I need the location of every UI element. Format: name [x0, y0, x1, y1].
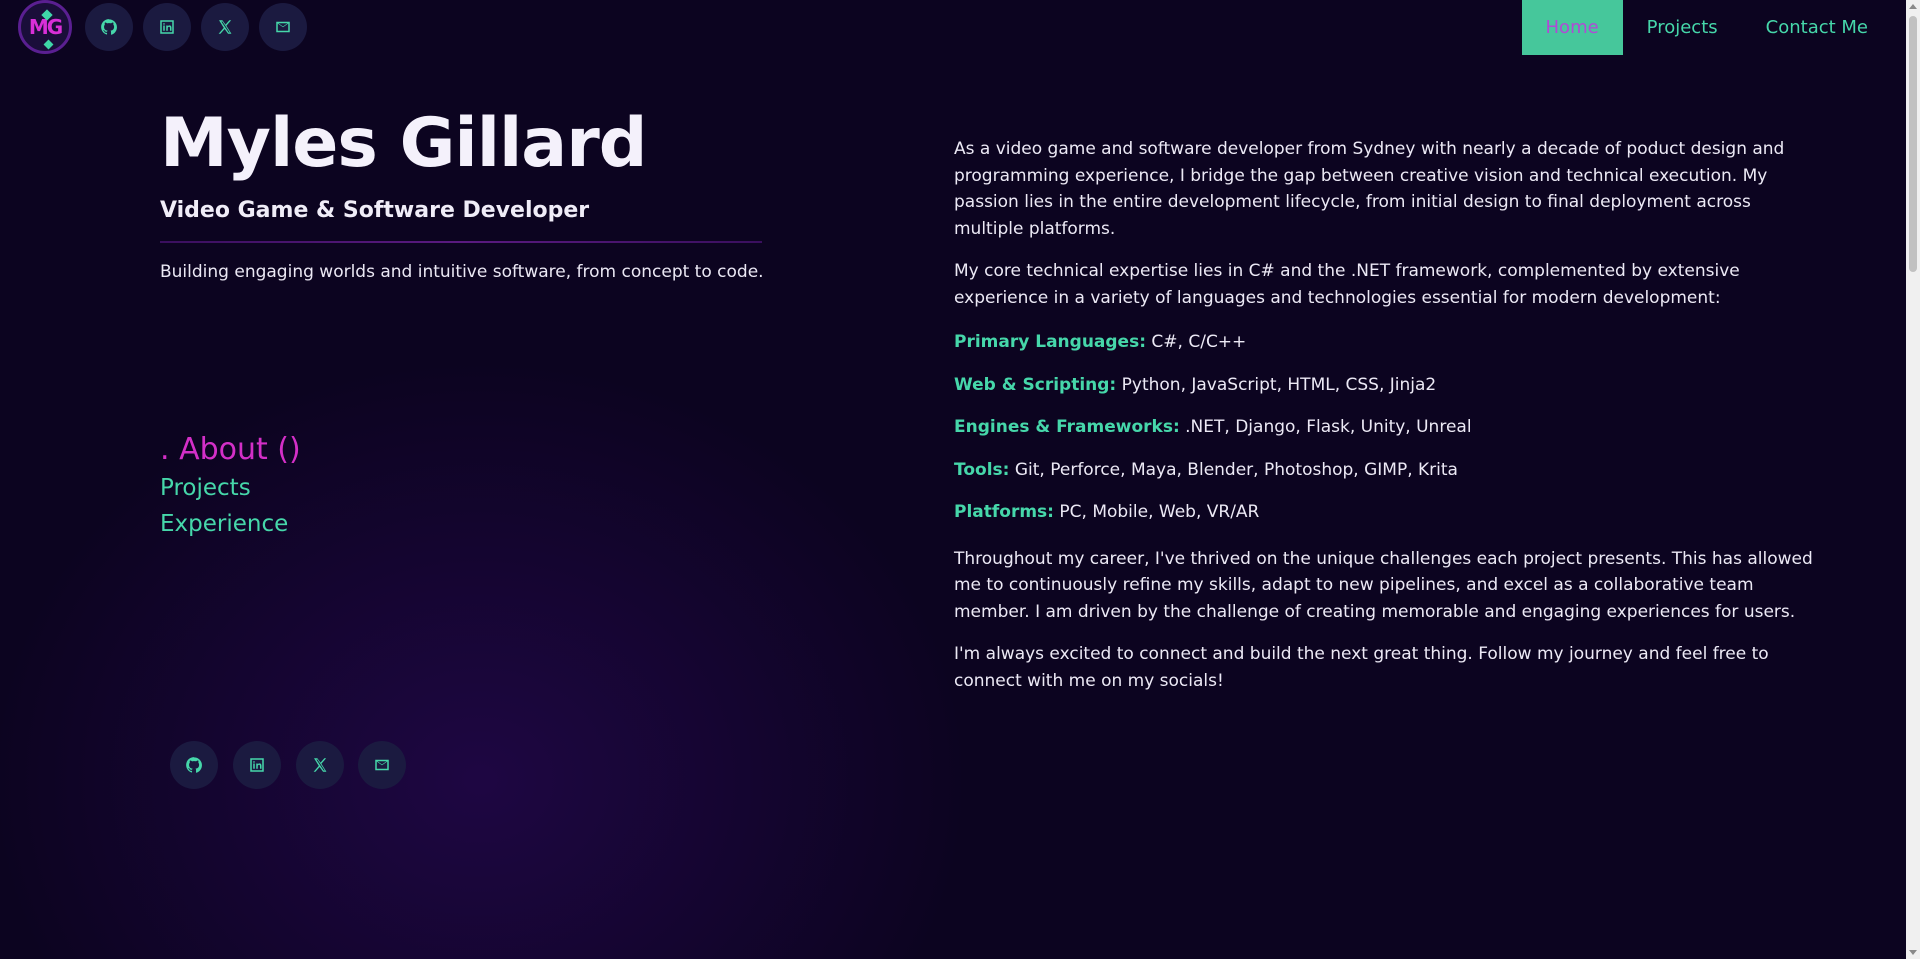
- about-intro: As a video game and software developer f…: [954, 139, 1785, 239]
- skill-label: Web & Scripting:: [954, 374, 1117, 395]
- nav-contact[interactable]: Contact Me: [1742, 0, 1892, 55]
- nav-projects[interactable]: Projects: [1623, 0, 1742, 55]
- skill-row: Platforms: PC, Mobile, Web, VR/AR: [954, 499, 1824, 526]
- about-career: Throughout my career, I've thrived on th…: [954, 548, 1813, 622]
- section-link-projects[interactable]: Projects: [160, 475, 301, 501]
- email-button[interactable]: [259, 3, 307, 51]
- tagline: Building engaging worlds and intuitive s…: [160, 262, 764, 282]
- skill-label: Platforms:: [954, 502, 1054, 522]
- github-icon: [101, 19, 117, 35]
- section-link-about[interactable]: . About (): [160, 432, 301, 467]
- github-button[interactable]: [85, 3, 133, 51]
- section-nav: . About () Projects Experience: [160, 432, 301, 547]
- skill-row: Tools: Git, Perforce, Maya, Blender, Pho…: [954, 457, 1824, 484]
- about-expertise: My core technical expertise lies in C# a…: [954, 261, 1740, 308]
- email-button-footer[interactable]: [358, 741, 406, 789]
- skill-value: PC, Mobile, Web, VR/AR: [1059, 502, 1260, 522]
- logo-accent-bottom: [43, 39, 54, 50]
- logo[interactable]: MG: [18, 0, 72, 54]
- main-nav: Home Projects Contact Me: [1521, 0, 1892, 55]
- x-icon: [313, 758, 327, 772]
- page-scrollbar[interactable]: [1906, 0, 1920, 959]
- skills-list: Primary Languages: C#, C/C++ Web & Scrip…: [954, 329, 1824, 526]
- envelope-icon: [276, 21, 290, 33]
- about-closing: I'm always excited to connect and build …: [954, 644, 1769, 691]
- divider: [160, 241, 762, 243]
- x-button[interactable]: [201, 3, 249, 51]
- skill-label: Tools:: [954, 459, 1010, 480]
- skill-value: Git, Perforce, Maya, Blender, Photoshop,…: [1014, 459, 1458, 480]
- scroll-up-icon[interactable]: [1909, 4, 1917, 9]
- linkedin-icon: [250, 758, 264, 772]
- nav-home[interactable]: Home: [1521, 0, 1623, 55]
- skill-label: Engines & Frameworks:: [954, 417, 1180, 437]
- job-title: Video Game & Software Developer: [160, 198, 590, 223]
- scrollbar-thumb[interactable]: [1909, 16, 1917, 272]
- envelope-icon: [375, 759, 389, 771]
- skill-value: .NET, Django, Flask, Unity, Unreal: [1185, 417, 1472, 437]
- section-link-experience[interactable]: Experience: [160, 511, 301, 537]
- x-button-footer[interactable]: [296, 741, 344, 789]
- linkedin-button[interactable]: [143, 3, 191, 51]
- scroll-down-icon[interactable]: [1909, 950, 1917, 955]
- github-button-footer[interactable]: [170, 741, 218, 789]
- skill-label: Primary Languages:: [954, 332, 1147, 352]
- page-title: Myles Gillard: [160, 104, 647, 183]
- top-bar: MG Home Projects Contact Me: [0, 0, 1906, 55]
- skill-row: Engines & Frameworks: .NET, Django, Flas…: [954, 414, 1824, 441]
- github-icon: [186, 757, 202, 773]
- skill-row: Primary Languages: C#, C/C++: [954, 329, 1824, 356]
- skill-value: Python, JavaScript, HTML, CSS, Jinja2: [1121, 374, 1437, 395]
- x-icon: [218, 20, 232, 34]
- skill-value: C#, C/C++: [1151, 332, 1247, 352]
- about-section: As a video game and software developer f…: [954, 136, 1824, 710]
- linkedin-button-footer[interactable]: [233, 741, 281, 789]
- skill-row: Web & Scripting: Python, JavaScript, HTM…: [954, 372, 1824, 399]
- linkedin-icon: [160, 20, 174, 34]
